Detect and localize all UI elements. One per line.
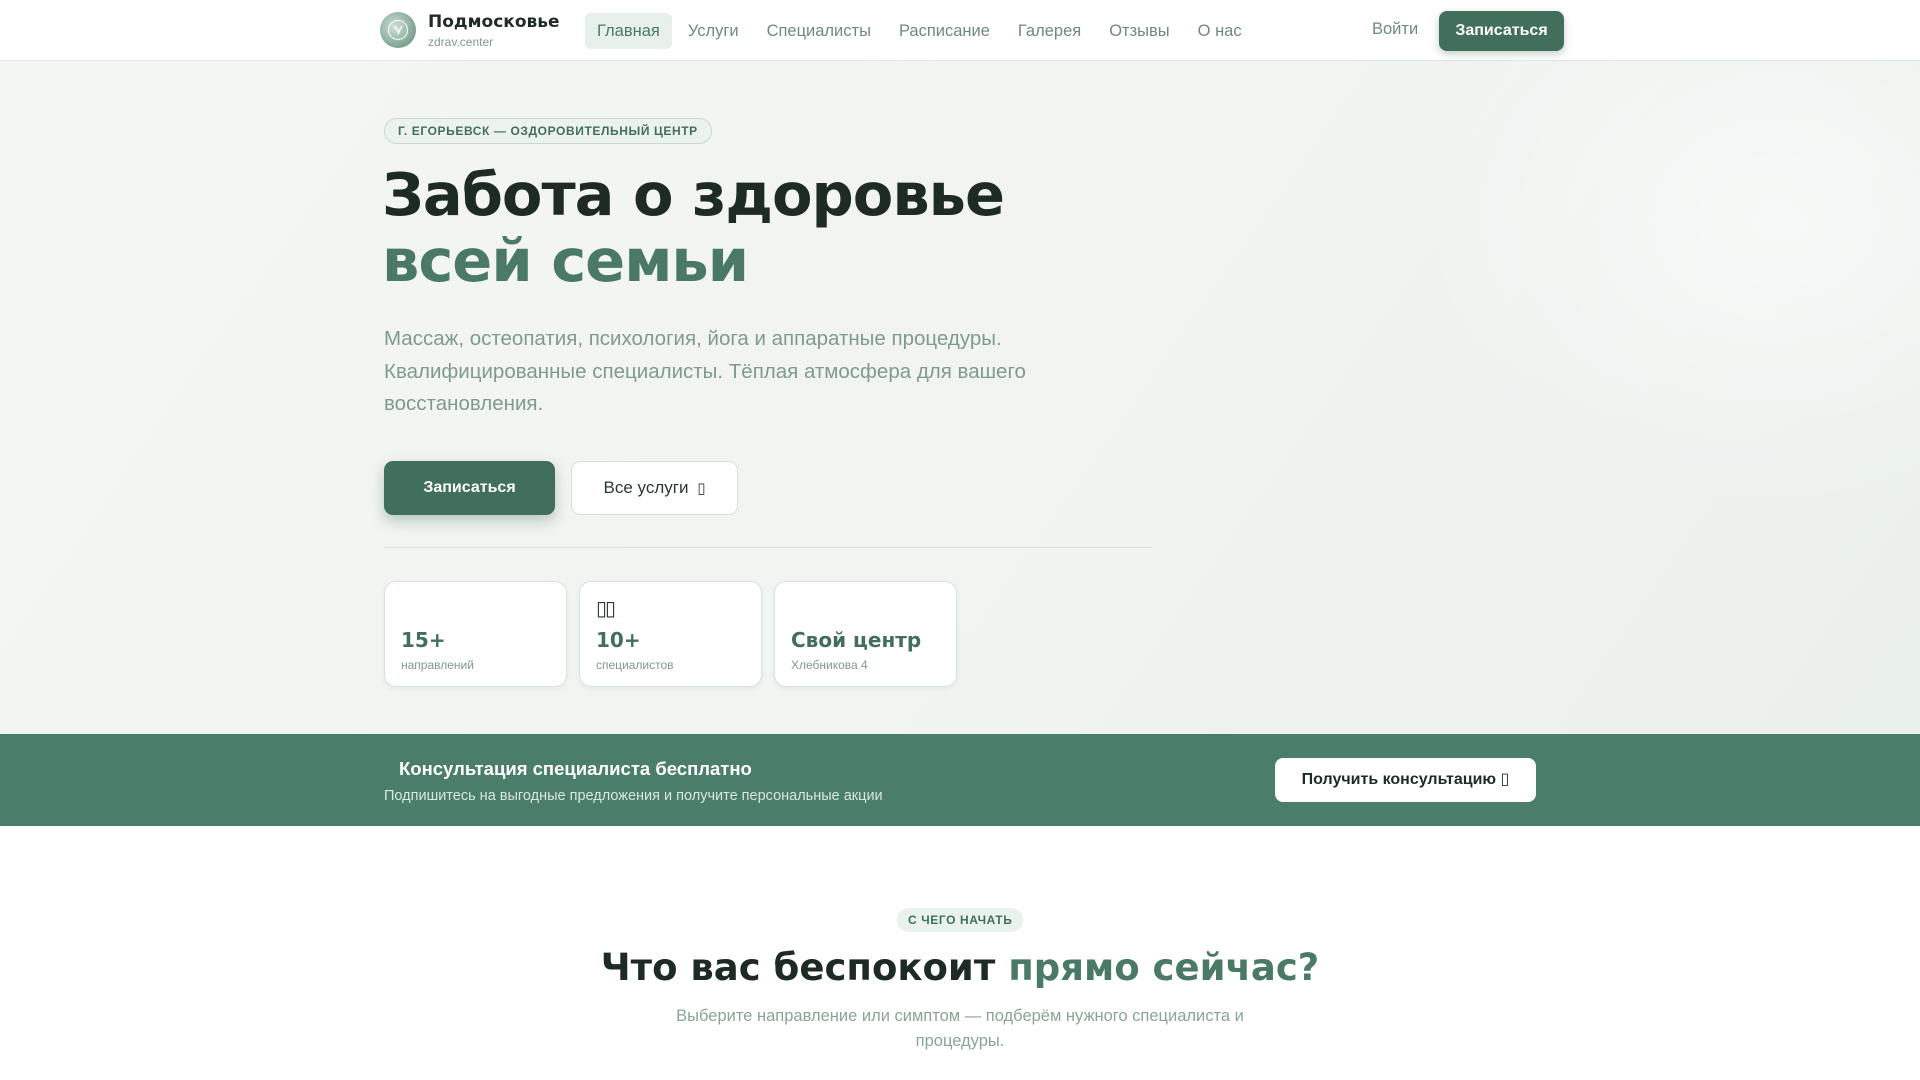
nav-item-about[interactable]: О нас [1186,13,1254,49]
arrow-right-icon: ▯ [697,480,706,497]
all-services-label: Все услуги [603,478,689,497]
hero-divider [384,547,1152,548]
stat-card-specialists: ▯▯ 10+ специалистов [579,581,762,687]
hero-title: Забота о здоровье всей семьи [382,160,1005,295]
brand-name[interactable]: Подмосковье [428,12,560,32]
get-consultation-label: Получить консультацию [1301,771,1497,788]
section-description: Выберите направление или симптом — подбе… [676,1007,1244,1050]
nav-item-specialists[interactable]: Специалисты [755,13,883,49]
section-title: Что вас беспокоит прямо сейчас? [0,940,1920,996]
stat-value: 15+ [401,628,446,652]
section-title-main: Что вас беспокоит [600,946,1009,989]
hero-description: Массаж, остеопатия, психология, йога и а… [384,327,1026,415]
stat-label: направлений [401,658,474,672]
stat-value: 10+ [596,628,641,652]
promo-subtitle: Подпишитесь на выгодные предложения и по… [384,788,883,804]
brand-domain: zdrav.center [428,35,494,49]
hero-signup-button[interactable]: Записаться [384,461,555,515]
nav-item-home[interactable]: Главная [585,13,672,49]
consultation-promo-banner: Консультация специалиста бесплатно Подпи… [0,734,1920,826]
stat-label: специалистов [596,658,674,672]
arrow-right-icon: ▯ [1500,771,1510,788]
hero-location-badge: Г. ЕГОРЬЕВСК — ОЗДОРОВИТЕЛЬНЫЙ ЦЕНТР [384,118,712,144]
hero-title-line2: всей семьи [382,226,749,295]
get-consultation-button[interactable]: Получить консультацию ▯ [1275,758,1536,802]
hero-title-line1: Забота о здоровье [382,160,1005,229]
main-nav: Главная Услуги Специалисты Расписание Га… [585,13,1254,49]
gift-icon [384,759,398,777]
hero-section: Г. ЕГОРЬЕВСК — ОЗДОРОВИТЕЛЬНЫЙ ЦЕНТР Заб… [0,61,1920,734]
stat-card-center: Свой центр Хлебникова 4 [774,581,957,687]
header-signup-button[interactable]: Записаться [1439,11,1564,51]
nav-item-gallery[interactable]: Галерея [1006,13,1093,49]
stat-address: Хлебникова 4 [791,658,868,672]
leaf-logo-icon[interactable] [380,12,416,48]
section-badge: С ЧЕГО НАЧАТЬ [897,908,1024,932]
nav-item-reviews[interactable]: Отзывы [1097,13,1181,49]
nav-item-services[interactable]: Услуги [676,13,751,49]
stat-value: Свой центр [791,628,922,652]
promo-title: Консультация специалиста бесплатно [399,758,752,779]
section-title-accent: прямо сейчас? [1008,946,1320,989]
stat-card-directions: 15+ направлений [384,581,567,687]
site-header: Подмосковье zdrav.center Главная Услуги … [0,0,1920,61]
login-link[interactable]: Войти [1372,20,1418,39]
specialists-icon: ▯▯ [596,598,616,620]
leaf-logo-svg [387,19,409,41]
all-services-button[interactable]: Все услуги ▯ [571,461,738,515]
nav-item-schedule[interactable]: Расписание [887,13,1002,49]
